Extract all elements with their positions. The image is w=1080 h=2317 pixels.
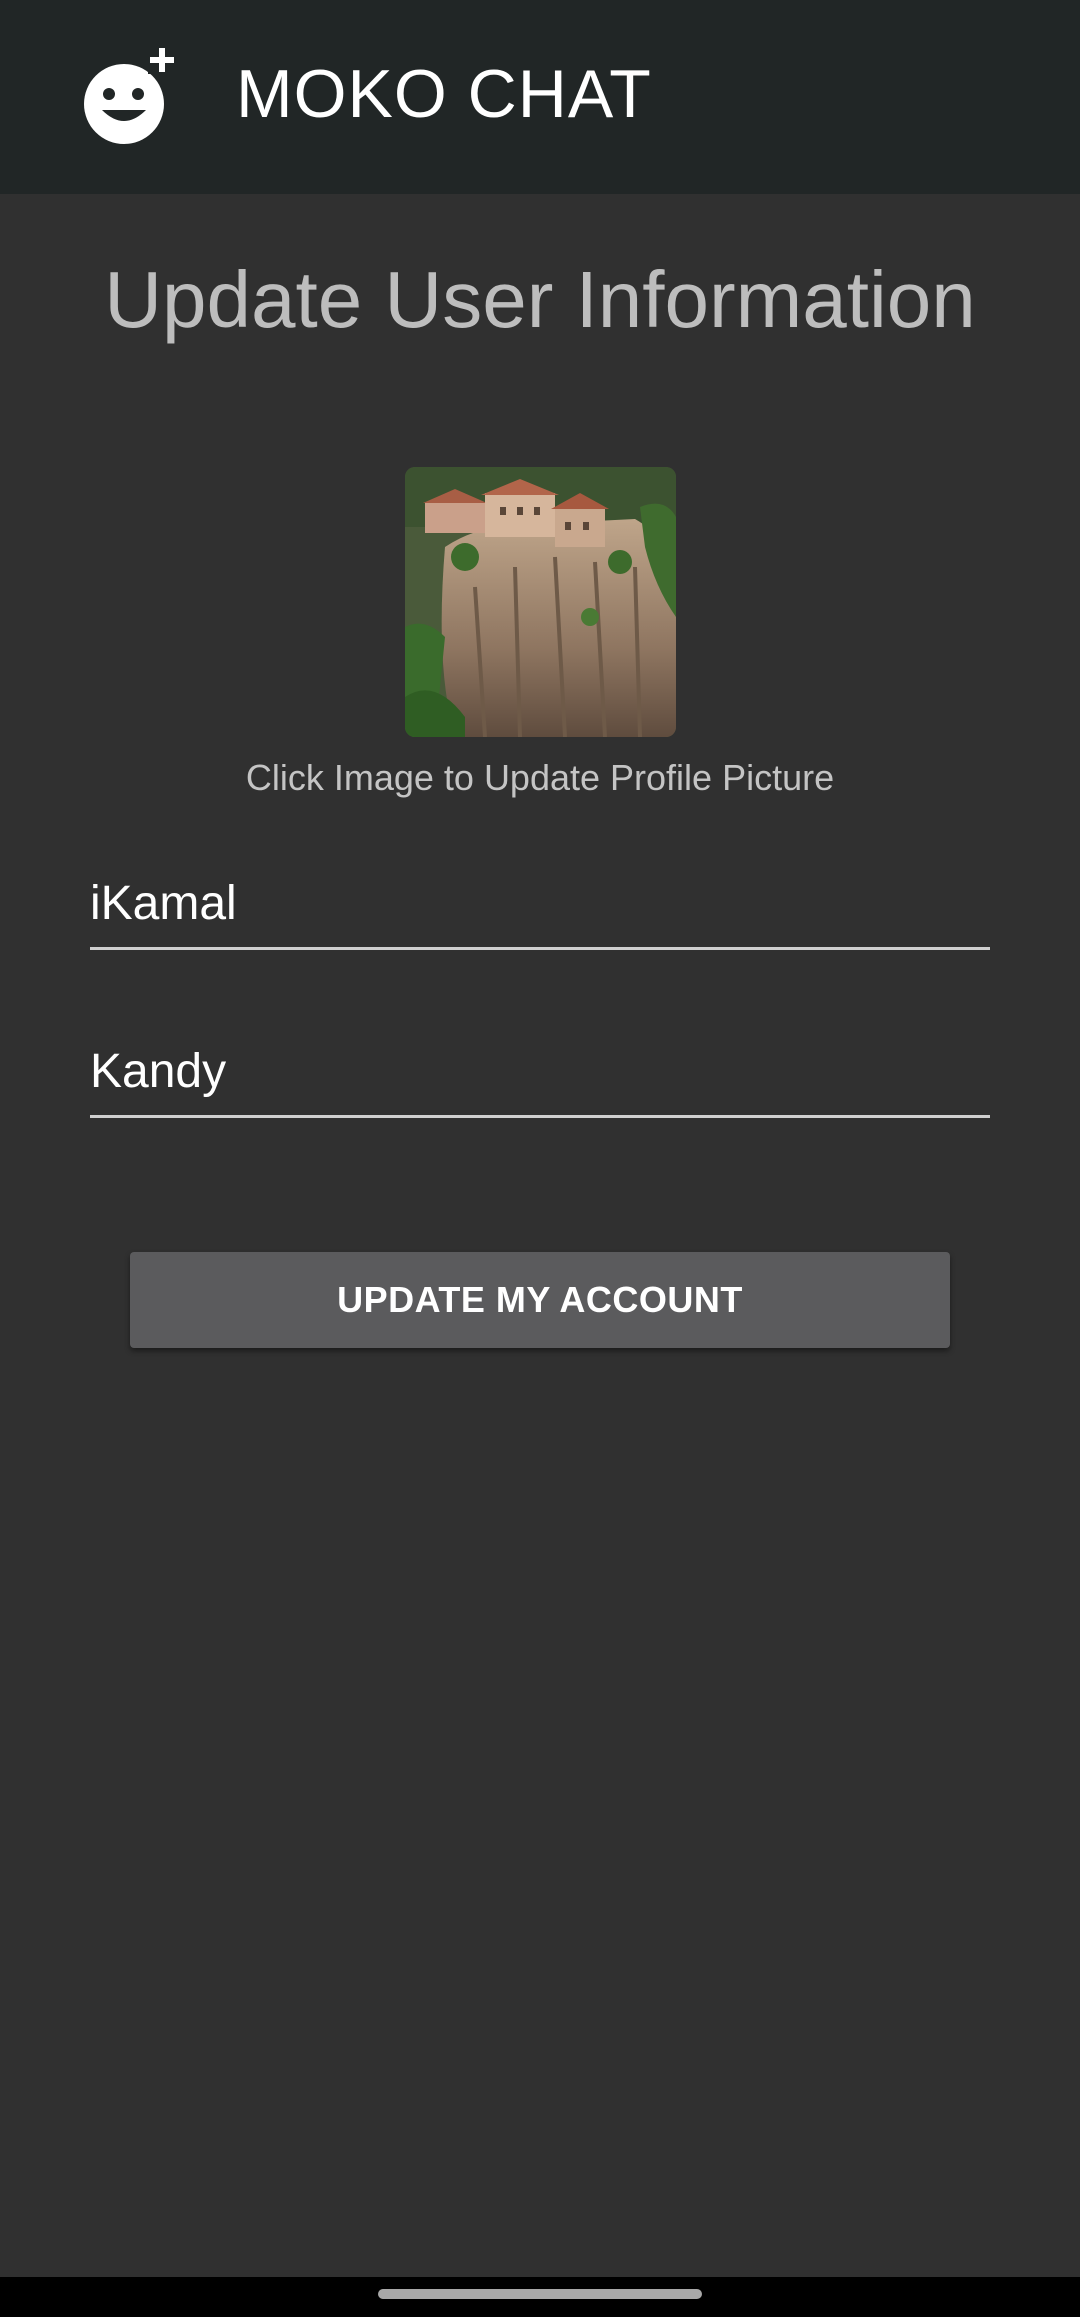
home-gesture-bar[interactable]: [378, 2289, 702, 2299]
profile-picture[interactable]: [405, 467, 676, 737]
update-account-button[interactable]: UPDATE MY ACCOUNT: [130, 1252, 950, 1348]
profile-picture-hint: Click Image to Update Profile Picture: [245, 757, 835, 798]
username-field[interactable]: [90, 860, 990, 950]
app-title: MOKO CHAT: [236, 56, 652, 132]
app-screen: MOKO CHAT Update User Information Click …: [0, 0, 1080, 2317]
page-title: Update User Information: [104, 255, 976, 344]
app-toolbar: MOKO CHAT: [0, 0, 1080, 194]
system-navigation-bar: [0, 2277, 1080, 2317]
smiley-plus-icon: [84, 46, 176, 144]
location-field[interactable]: [90, 1028, 990, 1118]
profile-photo: [405, 467, 676, 737]
